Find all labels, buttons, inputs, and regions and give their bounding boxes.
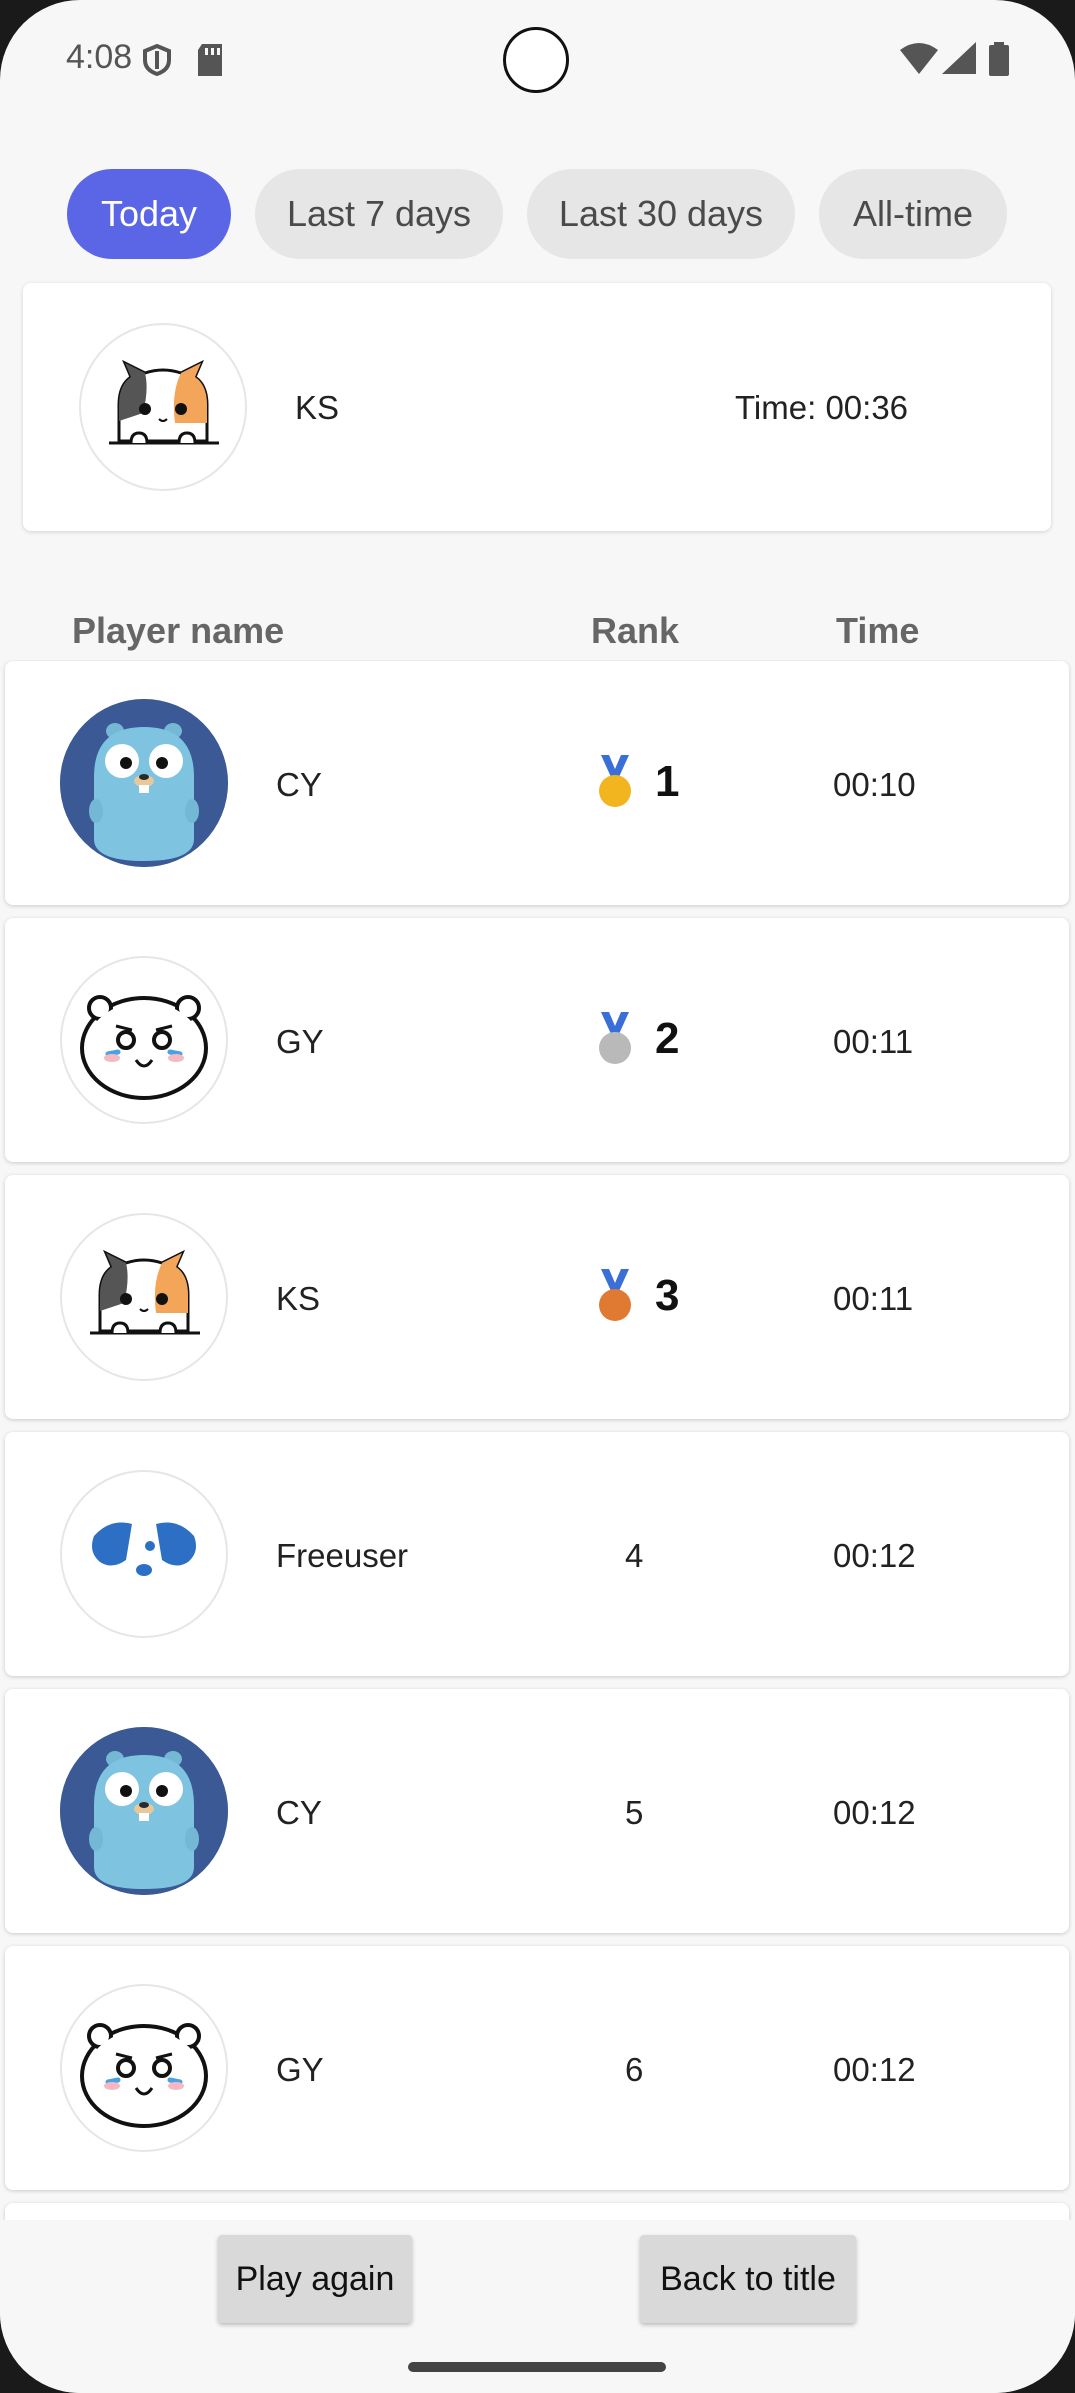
- leaderboard-row: Freeuser 4 00:12: [5, 1432, 1069, 1676]
- rank-cell: 1: [595, 751, 695, 815]
- tab-last-30-days[interactable]: Last 30 days: [527, 169, 795, 259]
- player-time: 00:12: [833, 1537, 916, 1574]
- gopher-avatar: [60, 1727, 228, 1895]
- player-name: CY: [276, 766, 322, 803]
- leaderboard-row: KS 3 00:11: [5, 1175, 1069, 1419]
- rank-number: 1: [655, 757, 680, 806]
- silver-medal-icon: [595, 1012, 635, 1068]
- calico-cat-avatar: [79, 323, 247, 491]
- rank-number: 2: [655, 1014, 680, 1063]
- sd-card-icon: [198, 44, 222, 76]
- home-indicator[interactable]: [408, 2362, 666, 2372]
- player-time: 00:12: [833, 2051, 916, 2088]
- header-player-name: Player name: [72, 610, 285, 651]
- phone-screen: 4:08 Today Last 7 days Last 30 days All-…: [0, 0, 1075, 2393]
- wifi-icon: [900, 43, 938, 74]
- my-result-card: KS Time: 00:36: [23, 283, 1051, 531]
- bottom-action-bar: Play again Back to title: [0, 2220, 1075, 2393]
- leaderboard-row: [5, 2203, 1069, 2220]
- header-rank: Rank: [591, 610, 680, 651]
- play-again-button[interactable]: Play again: [218, 2235, 412, 2323]
- player-name: KS: [276, 1280, 321, 1317]
- tab-last-7-days[interactable]: Last 7 days: [255, 169, 503, 259]
- bronze-medal-icon: [595, 1269, 635, 1325]
- rank-cell: 2: [595, 1008, 695, 1072]
- back-to-title-button[interactable]: Back to title: [640, 2235, 856, 2323]
- player-time: 00:11: [833, 1280, 914, 1317]
- player-name: GY: [276, 2051, 324, 2088]
- my-player-name: KS: [295, 389, 340, 426]
- player-time: 00:10: [833, 766, 916, 803]
- calico-cat-avatar: [60, 1213, 228, 1381]
- leaderboard-row: GY 2 00:11: [5, 918, 1069, 1162]
- rank-number: 3: [655, 1271, 680, 1320]
- gold-medal-icon: [595, 755, 635, 811]
- tab-today[interactable]: Today: [67, 169, 231, 259]
- leaderboard-list[interactable]: CY 1 00:10 GY 2 00:11 KS 3 00:11 Freeuse…: [0, 660, 1075, 2220]
- header-time: Time: [836, 610, 920, 651]
- tab-all-time[interactable]: All-time: [819, 169, 1007, 259]
- player-time: 00:11: [833, 1023, 914, 1060]
- leaderboard-row: GY 6 00:12: [5, 1946, 1069, 2190]
- rank-cell: 3: [595, 1265, 695, 1329]
- blue-dog-avatar: [60, 1470, 228, 1638]
- gopher-avatar: [60, 699, 228, 867]
- rank-number: 6: [625, 2051, 644, 2088]
- player-name: GY: [276, 1023, 324, 1060]
- leaderboard-row: CY 5 00:12: [5, 1689, 1069, 1933]
- hamster-avatar: [60, 956, 228, 1124]
- camera-cutout: [503, 27, 569, 93]
- signal-icon: [942, 42, 976, 74]
- player-name: Freeuser: [276, 1537, 409, 1574]
- hamster-avatar: [60, 1984, 228, 2152]
- status-bar: 4:08: [0, 0, 1075, 120]
- player-name: CY: [276, 1794, 322, 1831]
- battery-icon: [989, 42, 1009, 76]
- status-time: 4:08: [66, 38, 133, 76]
- rank-number: 4: [625, 1537, 644, 1574]
- shield-icon: [143, 44, 171, 76]
- rank-number: 5: [625, 1794, 644, 1831]
- player-time: 00:12: [833, 1794, 916, 1831]
- my-time: Time: 00:36: [735, 389, 909, 426]
- leaderboard-row: CY 1 00:10: [5, 661, 1069, 905]
